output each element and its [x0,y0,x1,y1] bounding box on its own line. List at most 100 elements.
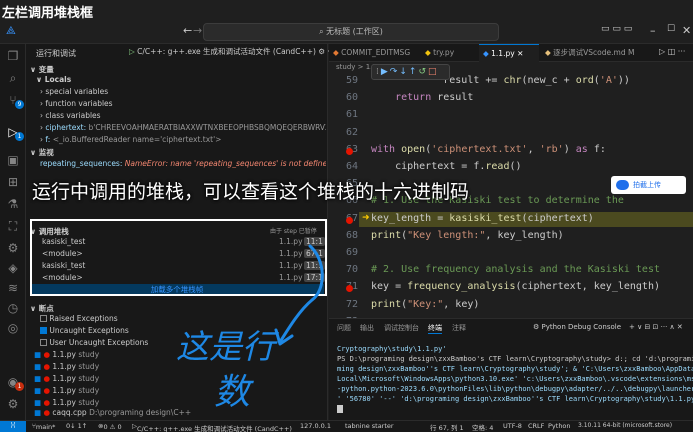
breakpoint-option[interactable]: Uncaught Exceptions [40,326,129,335]
terminal-line: -python.python-2023.6.0\pythonFiles\lib\… [337,385,693,393]
breakpoint-item[interactable]: ■ ● 1.1.py study [34,398,99,407]
command-center-search[interactable]: ⌕ 无标题 (工作区) [203,23,499,41]
run-config-select[interactable]: C/C++: g++.exe 生成和调试活动文件 (CandC++) [137,47,316,56]
tab-comments[interactable]: 注释 [452,323,466,333]
language-mode[interactable]: Python [548,422,571,430]
remote-icon[interactable]: ▣ [5,152,21,168]
checkbox-unchecked[interactable] [40,339,47,346]
locals-scope[interactable]: ∨ Locals [36,75,71,84]
line-number: 59 [345,75,358,86]
checkbox-checked[interactable]: ■ [34,350,41,359]
run-config-bar[interactable]: ▷ C/C++: g++.exe 生成和调试活动文件 (CandC++) ⚙ ·… [129,46,335,60]
ip-indicator: 127.0.0.1 [300,422,332,430]
python-interpreter[interactable]: 3.10.11 64-bit (microsoft.store) [578,422,672,429]
tabnine-indicator[interactable]: tabnine starter [345,422,394,430]
checkbox-checked[interactable]: ■ [34,374,41,383]
debug-config-indicator[interactable]: ▷ C/C++: g++.exe 生成和调试活动文件 (CandC++) [132,422,292,432]
problems-indicator[interactable]: ⊗ 0 ⚠ 0 [98,422,122,431]
settings-gear-icon[interactable]: ⚙ [5,396,21,412]
editor-actions-icon[interactable]: ▷ ◫ ··· [659,47,685,56]
encoding[interactable]: UTF-8 [503,422,522,430]
layers-icon[interactable]: ≋ [5,280,21,296]
extensions-icon[interactable]: ⊞ [5,174,21,190]
line-number: 71 [329,281,358,292]
source-control-badge: 9 [15,100,24,109]
breakpoint-dot-icon[interactable] [346,216,353,224]
terminal-select[interactable]: ⚙ Python Debug Console [533,323,621,331]
markdown-file-icon: ◆ [545,48,554,57]
breakpoint-item[interactable]: ■ ● 1.1.py study [34,350,99,359]
breakpoint-dot-icon: ● [43,398,51,407]
nav-back-icon[interactable]: ← [183,24,192,37]
git-graph-icon[interactable]: ◈ [5,260,21,276]
watch-section-header[interactable]: ∨ 监视 [30,147,54,158]
cursor-position[interactable]: 行 67, 列 1 [430,422,464,432]
checkbox-checked[interactable]: ■ [34,408,41,417]
restart-icon[interactable]: ↺ [418,67,428,77]
checkbox-unchecked[interactable] [40,315,47,322]
sync-indicator[interactable]: 0↓ 1↑ [66,422,87,430]
search-icon[interactable]: ⌕ [5,70,21,86]
variable-row[interactable]: › special variables [40,87,108,96]
line-number: 61 [345,109,358,121]
line-number: 63 [329,144,358,155]
eol[interactable]: CRLF [528,422,544,430]
variable-row[interactable]: › class variables [40,111,101,120]
layout-icon[interactable]: ▭ ▭ ▭ [601,24,632,34]
bottom-panel: 问题 输出 调试控制台 终端 注释 ⚙ Python Debug Console… [329,318,693,420]
terminal-line: ' '56780' '--' 'd:\programing design\zxx… [337,395,693,403]
breakpoints-section-header[interactable]: ∨ 断点 [30,303,54,314]
panel-actions-icon[interactable]: + ∨ ⊟ ⊡ ··· ∧ ✕ [629,323,683,331]
tab-problems[interactable]: 问题 [337,323,351,333]
step-over-icon[interactable]: ↷ [390,67,400,77]
tab-terminal[interactable]: 终端 [428,323,442,334]
checkbox-checked[interactable]: ■ [34,362,41,371]
minimize-icon[interactable]: – [650,24,656,37]
nav-forward-icon[interactable]: → [193,24,202,37]
maximize-icon[interactable]: ☐ [667,24,675,34]
variable-row-f[interactable]: › f: <_io.BufferedReader name='ciphertex… [40,135,221,144]
continue-icon[interactable]: ▶ [381,67,390,77]
code-line: print("Key length:", key_length) [371,229,564,241]
tab-1-1-py[interactable]: ◆ 1.1.py ✕ [479,44,539,62]
variable-row-ciphertext[interactable]: › ciphertext: b'CHREEVOAHMAERATBIAXXWTNX… [40,123,326,132]
timeline-icon[interactable]: ◷ [5,300,21,316]
watch-expression[interactable]: repeating_sequences: NameError: name 're… [40,159,326,168]
close-tab-icon[interactable]: ✕ [517,49,523,58]
breakpoint-option[interactable]: User Uncaught Exceptions [40,338,148,347]
tab-output[interactable]: 输出 [360,323,374,333]
breakpoint-item[interactable]: ■ ● 1.1.py study [34,362,99,371]
branch-indicator[interactable]: ⑂ main* [32,422,55,431]
variables-section-header[interactable]: ∨ 变量 [30,64,54,75]
checkbox-checked[interactable] [40,327,47,334]
breakpoint-dot-icon[interactable] [346,147,353,155]
stop-icon[interactable]: □ [428,67,439,77]
explorer-icon[interactable]: ❐ [5,48,21,64]
step-out-icon[interactable]: ↑ [409,67,419,77]
close-window-icon[interactable]: ✕ [682,24,691,37]
line-number: 68 [345,229,358,241]
breakpoint-item[interactable]: ■ ● caqq.cpp D:\programing design\C++ [34,408,191,417]
start-debugging-icon[interactable]: ▷ [129,47,137,56]
testing-icon[interactable]: ⚗ [5,196,21,212]
tab-commit-editmsg[interactable]: ◆ COMMIT_EDITMSG [329,44,419,62]
cloud-upload-icon [616,180,629,190]
breakpoint-item[interactable]: ■ ● 1.1.py study [34,386,99,395]
browser-icon[interactable]: ◎ [5,320,21,336]
tab-debug-console[interactable]: 调试控制台 [384,323,419,333]
checkbox-checked[interactable]: ■ [34,398,41,407]
variable-row[interactable]: › function variables [40,99,113,108]
remote-indicator-icon[interactable]: ⟩⟨ [0,421,26,432]
breakpoint-item[interactable]: ■ ● 1.1.py study [34,374,99,383]
breakpoint-dot-icon: ● [43,408,51,417]
tab-try-py[interactable]: ◆ try.py [421,44,475,62]
breakpoint-option[interactable]: Raised Exceptions [40,314,118,323]
tab-vscode-md[interactable]: ◆ 逐步调试VScode.md M [541,44,651,62]
indentation[interactable]: 空格: 4 [472,422,493,432]
terminal-line: ming design\zxxBamboo''s CTF learn\Crypt… [337,365,693,373]
checkbox-checked[interactable]: ■ [34,386,41,395]
terminal-line: Cryptography\study\1.1.py' [337,345,447,353]
step-into-icon[interactable]: ↓ [399,67,409,77]
docker-icon[interactable]: ⛶ [5,218,21,234]
tools-icon[interactable]: ⚙ [5,240,21,256]
